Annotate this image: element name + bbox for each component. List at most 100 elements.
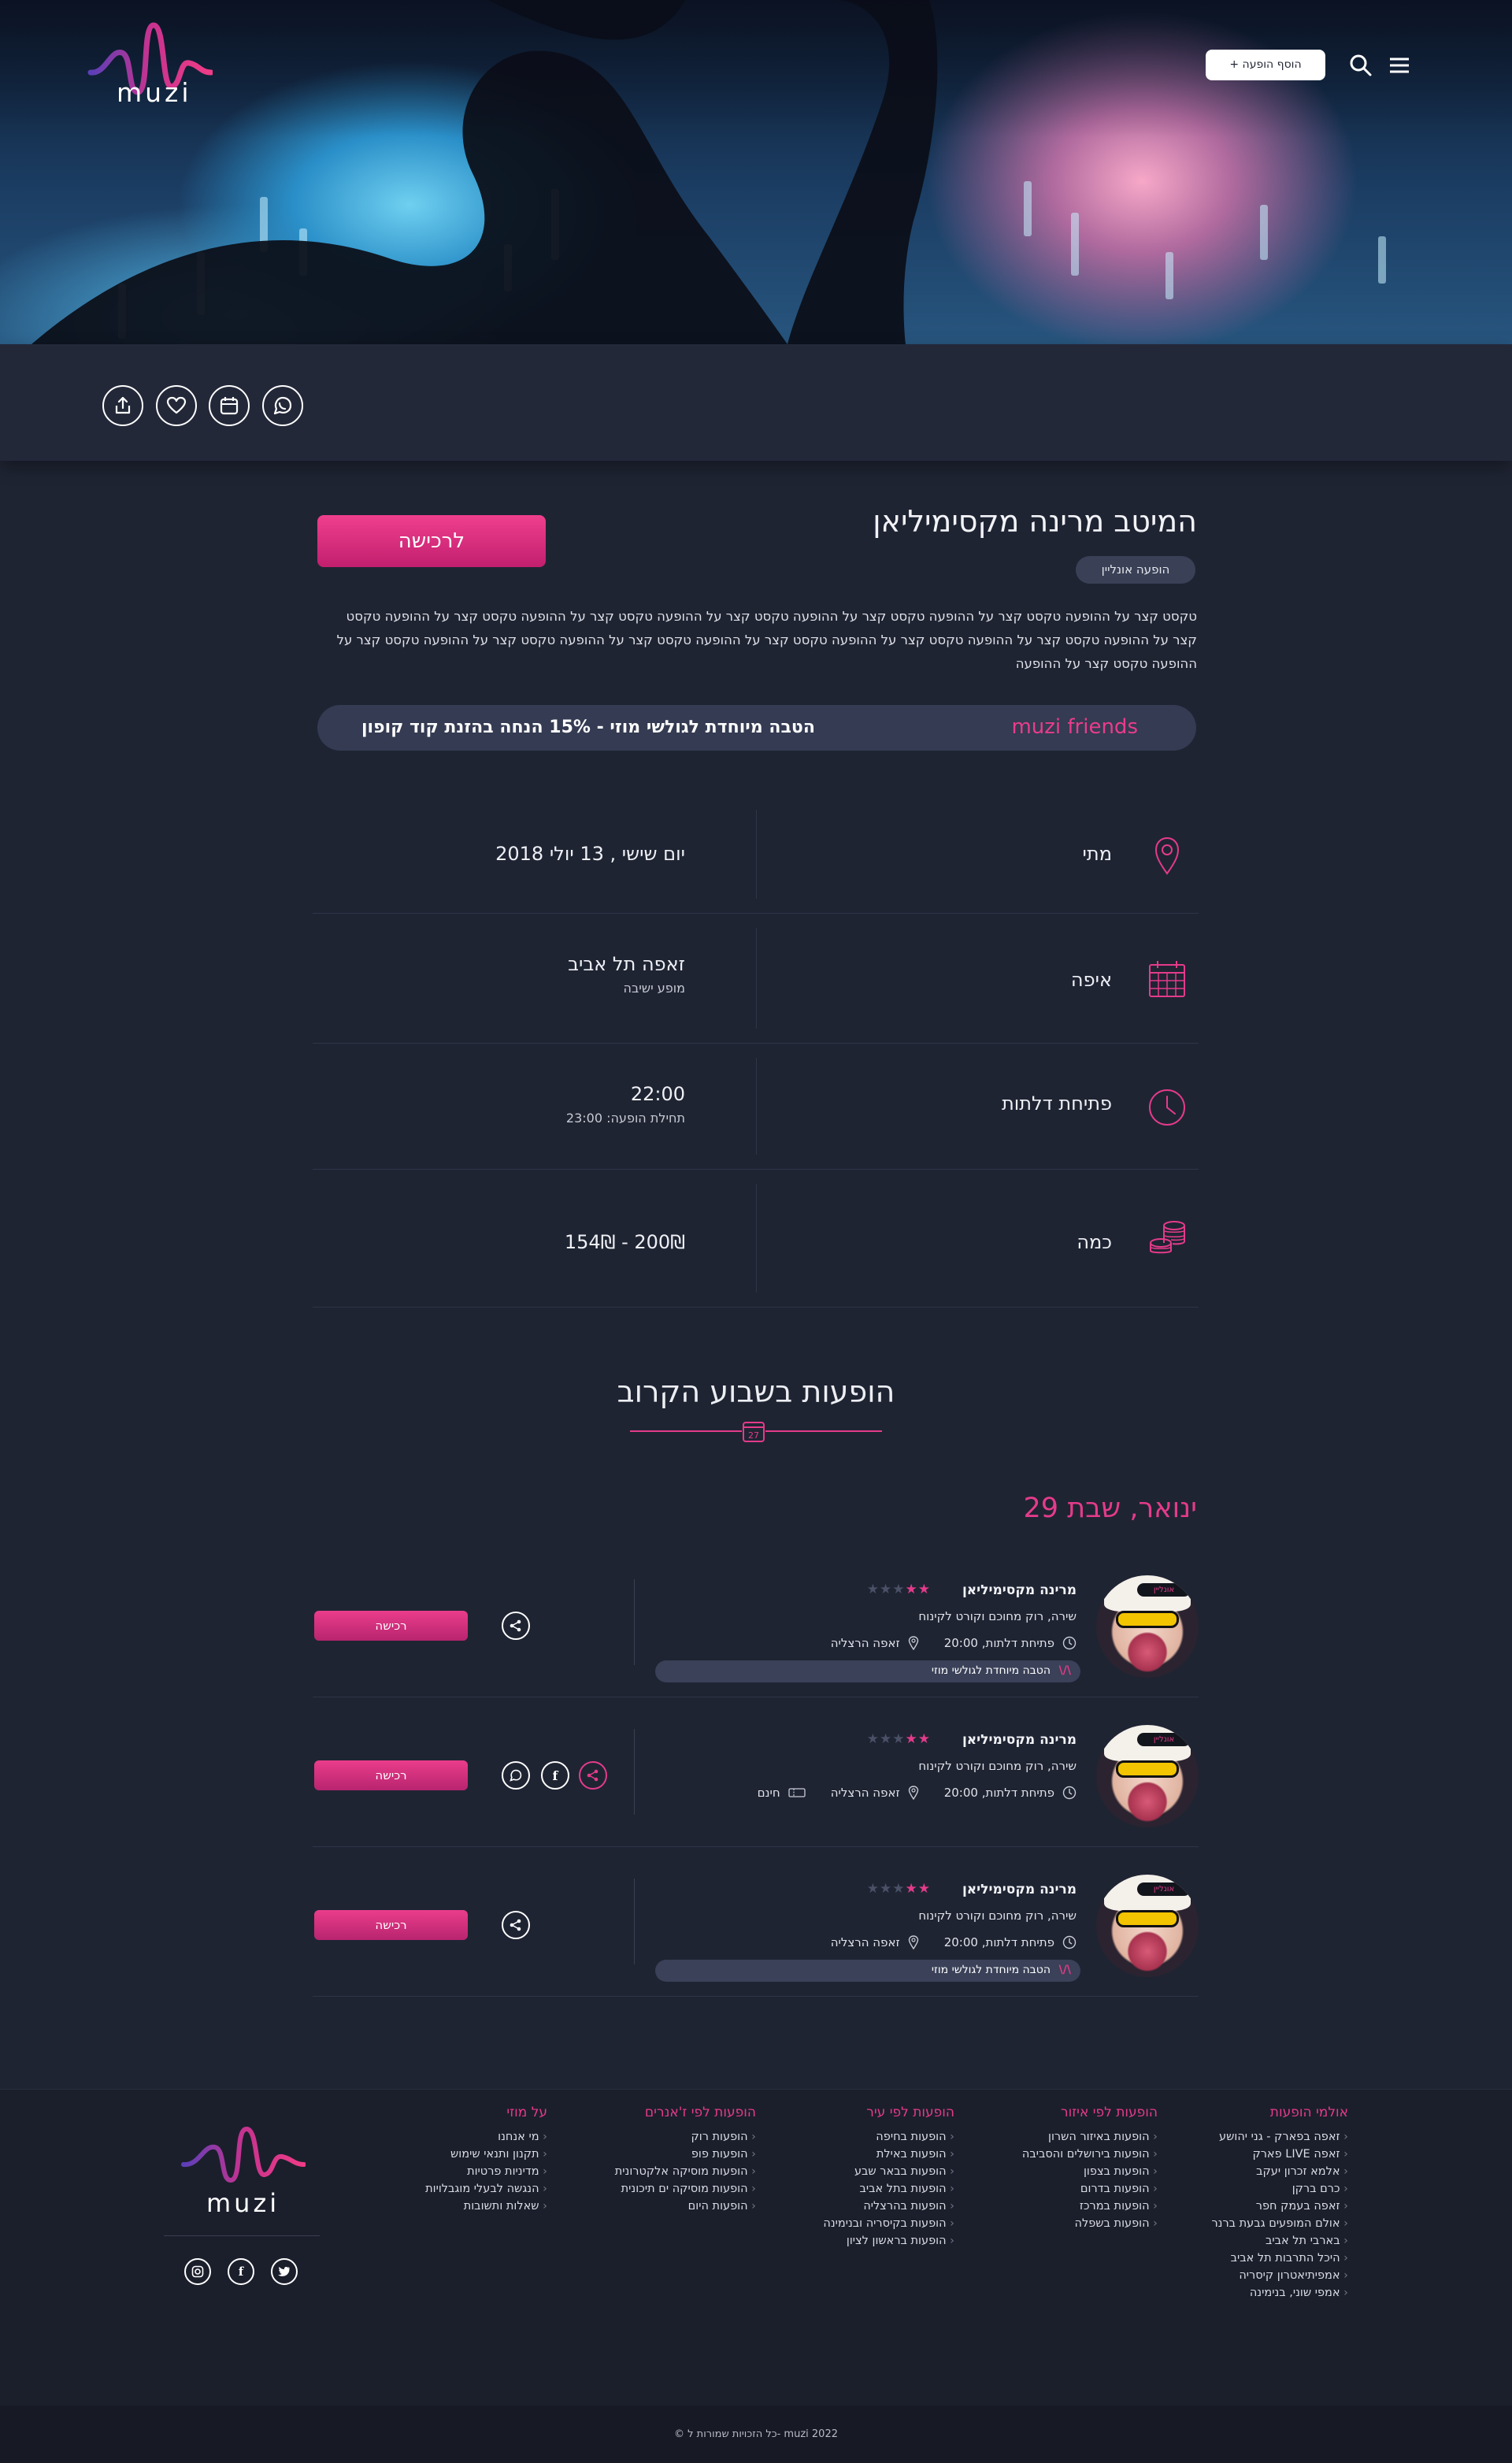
promo-brand: muzi friends <box>1011 715 1138 739</box>
footer-link[interactable]: הופעות בקיסריה ובנימינה <box>823 2215 954 2232</box>
footer-link[interactable]: הופעות מוסיקה אלקטרונית <box>615 2163 756 2180</box>
calendar-grid-icon <box>1149 961 1185 997</box>
heart-icon <box>166 396 187 414</box>
event-venue: זאפה הרצליה <box>830 1786 900 1800</box>
footer-link[interactable]: אמפיתיאטרון קיסריה <box>1211 2267 1348 2284</box>
footer-link[interactable]: הופעות רוק <box>615 2128 756 2146</box>
footer-link[interactable]: אמפי שוני, בנימינה <box>1211 2284 1348 2302</box>
footer-link[interactable]: הופעות בבאר שבע <box>823 2163 954 2180</box>
favorite-button[interactable] <box>156 385 197 426</box>
footer-link[interactable]: הופעות בהרצליה <box>823 2198 954 2215</box>
event-name[interactable]: מרינה מקסימיליאן <box>962 1882 1077 1897</box>
footer-link[interactable]: הופעות בראשון לציון <box>823 2232 954 2250</box>
footer-link[interactable]: הופעות בצפון <box>1022 2163 1158 2180</box>
event-promo-text: הטבה מיוחדת לגולשי מוזי <box>931 1664 1051 1677</box>
add-show-button[interactable]: + הוסף הופעה <box>1206 50 1325 80</box>
whatsapp-share-button[interactable] <box>262 385 303 426</box>
footer-col-title: על מוזי <box>506 2105 547 2120</box>
footer-link[interactable]: היכל התרבות תל אביב <box>1211 2250 1348 2267</box>
add-to-calendar-button[interactable] <box>209 385 250 426</box>
artist-avatar[interactable]: אונליין <box>1096 1725 1199 1827</box>
menu-icon[interactable] <box>1388 54 1411 77</box>
footer-col-about: על מוזי מי אנחנו תקנון ותנאי שימוש מדיני… <box>425 2095 547 2215</box>
event-promo: \/\ הטבה מיוחדת לגולשי מוזי <box>655 1960 1080 1982</box>
map-pin-icon <box>908 1786 918 1800</box>
footer-link[interactable]: הופעות באיזור השרון <box>1022 2128 1158 2146</box>
share-nodes-icon <box>587 1769 598 1782</box>
footer-logo-icon[interactable] <box>180 2125 306 2188</box>
facebook-share-button[interactable]: f <box>541 1761 569 1790</box>
buy-button[interactable]: רכישה <box>314 1910 468 1940</box>
footer-link[interactable]: בארבי תל אביב <box>1211 2232 1348 2250</box>
whatsapp-icon <box>273 396 292 415</box>
footer-link[interactable]: הופעות היום <box>615 2198 756 2215</box>
footer-logo-text: muzi <box>206 2188 280 2218</box>
footer-link[interactable]: הופעות מוסיקה ים תיכונית <box>615 2180 756 2198</box>
calendar-icon: 27 <box>743 1422 765 1442</box>
logo-text: muzi <box>117 77 192 108</box>
share-nodes-icon <box>510 1919 521 1931</box>
footer-divider <box>164 2235 320 2236</box>
rating-stars: ★★★★★ <box>866 1582 931 1597</box>
upcoming-title: הופעות בשבוע הקרוב <box>617 1374 895 1409</box>
event-card[interactable]: אונליין מרינה מקסימיליאן ★★★★★ שירה, רוק… <box>313 1697 1199 1847</box>
footer-link[interactable]: זאפה בעמק חפר <box>1211 2198 1348 2215</box>
event-price-free: חינם <box>757 1786 780 1800</box>
event-meta: פתיחת דלתות, 20:00 זאפה הרצליה <box>831 1636 1077 1650</box>
event-card[interactable]: אונליין מרינה מקסימיליאן ★★★★★ שירה, רוק… <box>313 1548 1199 1697</box>
instagram-button[interactable] <box>184 2258 211 2285</box>
event-name[interactable]: מרינה מקסימיליאן <box>962 1582 1077 1598</box>
footer-link[interactable]: אולם המופעים גבעת ברנר <box>1211 2215 1348 2232</box>
footer-link[interactable]: כרם ברקן <box>1211 2180 1348 2198</box>
artist-avatar[interactable]: אונליין <box>1096 1575 1199 1678</box>
info-row-where: איפה זאפה תל אביב מופע ישיבה <box>313 914 1199 1044</box>
footer-link[interactable]: מי אנחנו <box>425 2128 547 2146</box>
footer-link[interactable]: זאפה LIVE פארק <box>1211 2146 1348 2163</box>
event-doors: פתיחת דלתות, 20:00 <box>943 1636 1054 1650</box>
where-sub: מופע ישיבה <box>623 981 685 996</box>
event-name[interactable]: מרינה מקסימיליאן <box>962 1732 1077 1748</box>
buy-button[interactable]: רכישה <box>314 1611 468 1641</box>
event-card[interactable]: אונליין מרינה מקסימיליאן ★★★★★ שירה, רוק… <box>313 1847 1199 1997</box>
search-icon[interactable] <box>1349 54 1373 77</box>
event-genre: שירה, רוק מחוכם וקורט לקינוח <box>918 1908 1077 1923</box>
buy-ticket-button[interactable]: לרכישה <box>317 515 546 567</box>
promo-text: הטבה מיוחדת לגולשי מוזי - 15% הנחה בהזנת… <box>361 718 815 737</box>
doors-value: 22:00 <box>630 1083 685 1105</box>
footer-link[interactable]: הנגשה לבעלי מוגבלויות <box>425 2180 547 2198</box>
share-button[interactable] <box>502 1911 530 1939</box>
buy-button[interactable]: רכישה <box>314 1760 468 1790</box>
date-icon-bg: 27 <box>742 1419 765 1443</box>
footer-link[interactable]: הופעות במרכז <box>1022 2198 1158 2215</box>
footer-link[interactable]: תקנון ותנאי שימוש <box>425 2146 547 2163</box>
map-pin-icon <box>1154 836 1180 875</box>
footer-link[interactable]: הופעות בדרום <box>1022 2180 1158 2198</box>
share-button[interactable] <box>502 1612 530 1640</box>
footer-link[interactable]: הופעות בתל אביב <box>823 2180 954 2198</box>
footer-link[interactable]: שאלות ותשובות <box>425 2198 547 2215</box>
footer-link[interactable]: מדיניות פרטיות <box>425 2163 547 2180</box>
share-toggle-button[interactable] <box>579 1761 607 1790</box>
footer-col-title: אולמי הופעות <box>1269 2105 1348 2120</box>
event-meta: פתיחת דלתות, 20:00 זאפה הרצליה חינם <box>758 1786 1077 1800</box>
footer-col-cities: הופעות לפי עיר הופעות בחיפה הופעות באילת… <box>823 2095 954 2250</box>
twitter-button[interactable] <box>271 2258 298 2285</box>
footer-link[interactable]: הופעות פופ <box>615 2146 756 2163</box>
coins-icon <box>1150 1221 1185 1254</box>
online-badge: הופעה אונליין <box>1076 556 1195 584</box>
facebook-button[interactable]: f <box>228 2258 254 2285</box>
footer-link[interactable]: הופעות בשפלה <box>1022 2215 1158 2232</box>
copyright: © כל הזכויות שמורות ל- muzi 2022 <box>0 2406 1512 2463</box>
whatsapp-share-button[interactable] <box>502 1761 530 1790</box>
footer-link[interactable]: אלמא זכרון יעקב <box>1211 2163 1348 2180</box>
footer-col-genres: הופעות לפי ז'אנרים הופעות רוק הופעות פופ… <box>615 2095 756 2215</box>
artist-avatar[interactable]: אונליין <box>1096 1875 1199 1977</box>
footer-link[interactable]: זאפה בפארק - גני יהושע <box>1211 2128 1348 2146</box>
footer-link[interactable]: הופעות באילת <box>823 2146 954 2163</box>
info-row-when: מתי יום שישי , 13 יולי 2018 <box>313 796 1199 914</box>
footer-link[interactable]: הופעות בירושלים והסביבה <box>1022 2146 1158 2163</box>
promo-banner[interactable]: muzi friends הטבה מיוחדת לגולשי מוזי - 1… <box>317 705 1196 751</box>
footer-link[interactable]: הופעות בחיפה <box>823 2128 954 2146</box>
event-venue: זאפה הרצליה <box>830 1636 900 1650</box>
share-button[interactable] <box>102 385 143 426</box>
